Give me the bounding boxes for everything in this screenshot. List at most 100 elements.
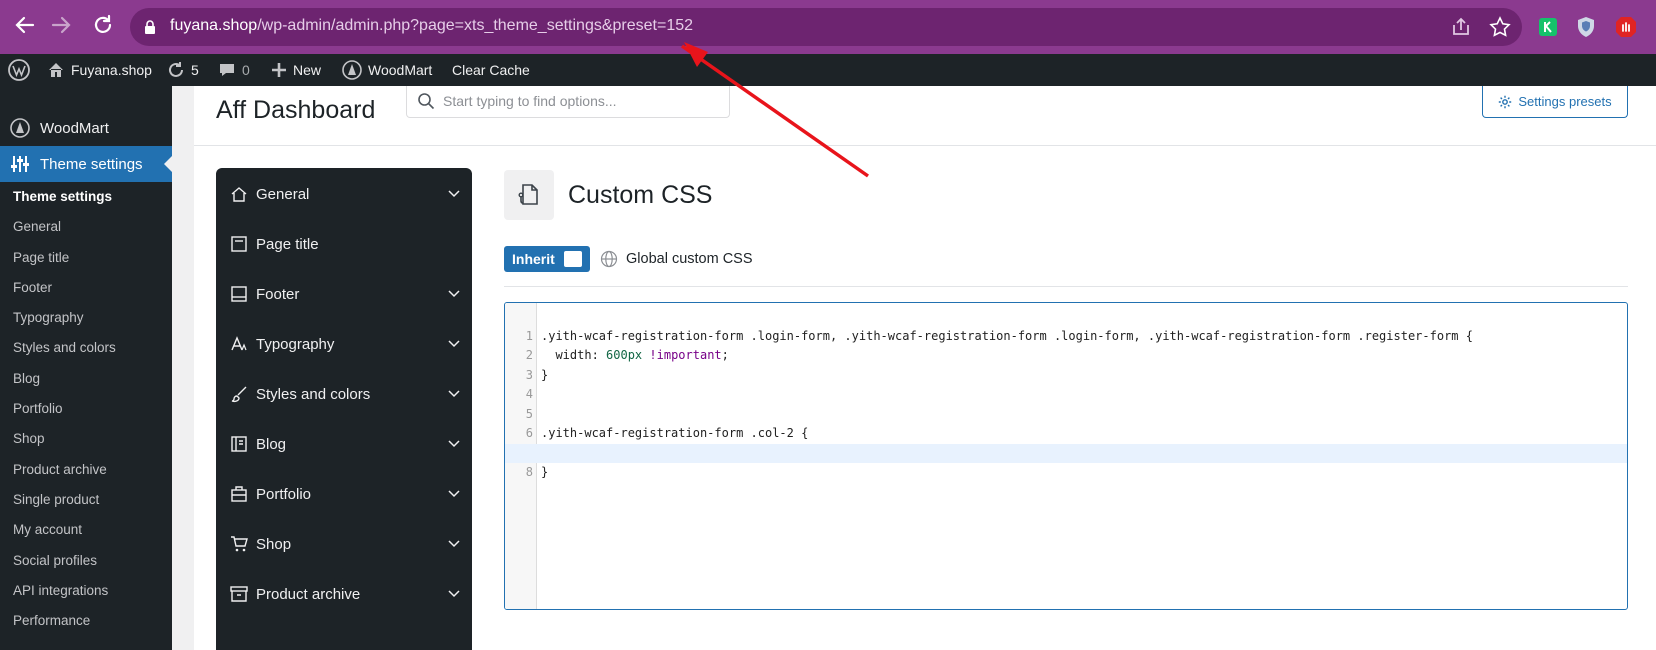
section-title: Custom CSS (568, 181, 713, 209)
home-icon (231, 187, 247, 202)
forward-icon[interactable] (49, 13, 73, 37)
submenu-styles-and-colors[interactable]: Styles and colors (0, 333, 172, 363)
nav-shop[interactable]: Shop (216, 518, 472, 570)
updates-link[interactable]: 5 (167, 54, 199, 86)
options-search[interactable] (406, 86, 730, 118)
url-host: fuyana.shop (170, 17, 258, 34)
chevron-down-icon (448, 540, 460, 548)
page-title-icon (231, 236, 247, 252)
chevron-down-icon (448, 340, 460, 348)
submenu-page-title[interactable]: Page title (0, 243, 172, 273)
submenu-social-profiles[interactable]: Social profiles (0, 546, 172, 576)
chevron-down-icon (448, 490, 460, 498)
extension-hand-icon[interactable] (1614, 15, 1638, 39)
nav-page-title-label: Page title (256, 235, 319, 253)
comments-link[interactable]: 0 (218, 54, 250, 86)
inherit-label: Inherit (512, 251, 555, 267)
nav-blog[interactable]: Blog (216, 418, 472, 470)
extension-shield-icon[interactable] (1574, 15, 1598, 39)
menu-woodmart-label: WoodMart (40, 119, 109, 137)
settings-section-nav: General Page title Footer Typography Sty… (216, 168, 472, 650)
submenu-single-product[interactable]: Single product (0, 485, 172, 515)
nav-product-archive[interactable]: Product archive (216, 568, 472, 620)
sliders-icon (11, 156, 29, 172)
nav-page-title[interactable]: Page title (216, 218, 472, 270)
chevron-down-icon (448, 590, 460, 598)
url-text: fuyana.shop/wp-admin/admin.php?page=xts_… (170, 17, 693, 35)
footer-icon (231, 286, 247, 302)
wp-admin-bar: Fuyana.shop 5 0 New WoodMart Clear Cache (0, 54, 1656, 86)
wordpress-logo-icon[interactable] (8, 54, 30, 86)
inherit-toggle[interactable]: Inherit (504, 246, 590, 272)
code-line: 1 .yith-wcaf-registration-form .login-for… (525, 328, 1473, 343)
divider (504, 286, 1628, 287)
reload-icon[interactable] (91, 13, 115, 37)
submenu-api-integrations[interactable]: API integrations (0, 576, 172, 606)
theme-settings-submenu: Theme settings General Page title Footer… (0, 182, 172, 636)
site-name-link[interactable]: Fuyana.shop (47, 54, 152, 86)
global-css-label-text: Global custom CSS (626, 251, 753, 267)
admin-side-menu: WoodMart Theme settings Theme settings G… (0, 86, 172, 650)
comment-icon (220, 64, 234, 76)
bookmark-star-icon[interactable] (1488, 15, 1512, 39)
nav-blog-label: Blog (256, 435, 287, 453)
menu-woodmart[interactable]: WoodMart (0, 110, 172, 146)
code-line: 2 width: 600px !important; (525, 348, 729, 362)
typography-icon (231, 336, 247, 351)
clear-cache-link[interactable]: Clear Cache (452, 54, 530, 86)
submenu-portfolio[interactable]: Portfolio (0, 394, 172, 424)
menu-theme-settings[interactable]: Theme settings (0, 146, 172, 182)
nav-portfolio[interactable]: Portfolio (216, 468, 472, 520)
code-line: 5 (525, 406, 533, 421)
settings-presets-button[interactable]: Settings presets (1482, 86, 1628, 118)
archive-icon (230, 586, 248, 602)
site-name: Fuyana.shop (71, 62, 152, 78)
nav-portfolio-label: Portfolio (256, 485, 312, 503)
url-path: /wp-admin/admin.php?page=xts_theme_setti… (257, 17, 694, 34)
nav-shop-label: Shop (256, 535, 292, 553)
code-line: 3} (525, 367, 549, 382)
share-icon[interactable] (1449, 15, 1473, 39)
new-content-link[interactable]: New (271, 54, 321, 86)
page-header: Aff Dashboard Settings presets (194, 86, 1656, 146)
chevron-down-icon (448, 190, 460, 198)
nav-styles-and-colors[interactable]: Styles and colors (216, 368, 472, 420)
submenu-typography[interactable]: Typography (0, 303, 172, 333)
address-bar[interactable]: fuyana.shop/wp-admin/admin.php?page=xts_… (130, 8, 1522, 46)
submenu-shop[interactable]: Shop (0, 424, 172, 454)
lock-icon (145, 20, 155, 34)
nav-general[interactable]: General (216, 168, 472, 220)
code-line: 6 .yith-wcaf-registration-form .col-2 { (525, 426, 809, 440)
back-icon[interactable] (13, 13, 37, 37)
woodmart-bar-link[interactable]: WoodMart (342, 54, 432, 86)
woodmart-logo-icon (342, 60, 362, 80)
search-input[interactable] (443, 90, 723, 112)
clear-cache-label: Clear Cache (452, 62, 530, 78)
extension-k-icon[interactable] (1536, 15, 1560, 39)
submenu-performance[interactable]: Performance (0, 606, 172, 636)
code-line-active: 8} (505, 443, 1627, 479)
css-file-icon (504, 170, 554, 220)
gear-icon (1499, 95, 1512, 108)
cart-icon (231, 536, 248, 552)
browser-toolbar: fuyana.shop/wp-admin/admin.php?page=xts_… (0, 0, 1656, 54)
css-code-editor[interactable]: 1 .yith-wcaf-registration-form .login-for… (504, 302, 1628, 610)
nav-styles-and-colors-label: Styles and colors (256, 385, 371, 403)
nav-footer[interactable]: Footer (216, 268, 472, 320)
new-label: New (293, 62, 322, 78)
submenu-footer[interactable]: Footer (0, 273, 172, 303)
chevron-down-icon (448, 390, 460, 398)
toggle-knob (564, 251, 582, 267)
updates-count: 5 (191, 62, 199, 78)
woodmart-logo-icon (10, 118, 30, 138)
submenu-my-account[interactable]: My account (0, 515, 172, 545)
global-css-field-label: Global custom CSS (600, 244, 753, 274)
submenu-general[interactable]: General (0, 212, 172, 242)
submenu-theme-settings[interactable]: Theme settings (0, 182, 172, 212)
nav-general-label: General (256, 185, 310, 203)
submenu-blog[interactable]: Blog (0, 364, 172, 394)
chevron-down-icon (448, 290, 460, 298)
submenu-product-archive[interactable]: Product archive (0, 455, 172, 485)
briefcase-icon (231, 486, 247, 502)
nav-typography[interactable]: Typography (216, 318, 472, 370)
